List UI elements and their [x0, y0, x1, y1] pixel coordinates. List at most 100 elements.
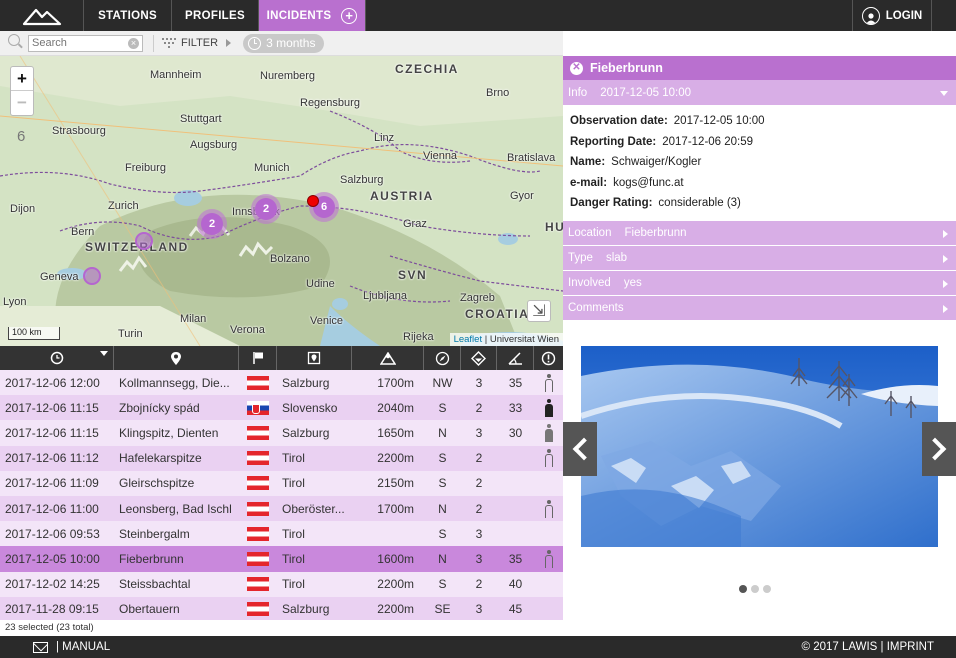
- table-row[interactable]: 2017-12-06 11:00 Leonsberg, Bad Ischl Ober…: [0, 495, 563, 522]
- cell-altitude: 2200m: [377, 451, 414, 466]
- clear-search-icon[interactable]: ×: [128, 37, 139, 49]
- location-header[interactable]: [114, 346, 239, 370]
- cluster-count: 2: [255, 198, 277, 220]
- cell-aspect: S: [438, 476, 447, 491]
- cell-date: 2017-11-28 09:15: [5, 602, 99, 617]
- close-icon[interactable]: ✕: [570, 61, 583, 75]
- region-header[interactable]: [277, 346, 352, 370]
- manual-link[interactable]: | MANUAL: [56, 641, 110, 653]
- table-row[interactable]: 2017-11-28 09:15 Obertauern Salzburg 2200m S…: [0, 596, 563, 620]
- period-selector[interactable]: 3 months: [243, 33, 325, 53]
- cell-region: Tirol: [282, 526, 305, 541]
- cell-location: Gleirschspitze: [119, 476, 195, 491]
- pagination-dot[interactable]: [751, 585, 759, 593]
- map-label-zagreb: Zagreb: [460, 292, 495, 304]
- austria-flag-icon: [247, 526, 269, 541]
- filter-button[interactable]: FILTER: [153, 34, 232, 52]
- map-label-austria: AUSTRIA: [370, 189, 434, 203]
- section-type[interactable]: Type slab: [563, 244, 956, 270]
- section-involved[interactable]: Involved yes: [563, 269, 956, 295]
- chevron-right-icon: [943, 229, 948, 238]
- map-label-salzburg: Salzburg: [340, 174, 384, 186]
- section-label: Type: [568, 251, 593, 264]
- cell-aspect: S: [438, 526, 447, 541]
- mail-icon[interactable]: [33, 641, 48, 653]
- country-header[interactable]: [239, 346, 277, 370]
- map-label-milan: Milan: [180, 313, 207, 325]
- section-label: Comments: [568, 301, 624, 314]
- cell-slope: 30: [508, 425, 523, 440]
- map-label-strasbourg: Strasbourg: [52, 125, 106, 137]
- tab-stations[interactable]: STATIONS: [84, 0, 172, 31]
- slope-icon: [507, 352, 522, 365]
- table-row[interactable]: 2017-12-06 11:09 Gleirschspitze Tirol 2150m…: [0, 470, 563, 496]
- info-details: Observation date: 2017-12-05 10:00 Report…: [563, 105, 956, 220]
- section-info[interactable]: Info 2017-12-05 10:00: [563, 80, 956, 105]
- location-pin-icon: [171, 351, 181, 365]
- incident-photo[interactable]: [581, 346, 938, 547]
- austria-flag-icon: [247, 375, 269, 390]
- cell-aspect: SE: [434, 602, 451, 617]
- previous-photo-button[interactable]: [563, 422, 597, 476]
- map-label-turin: Turin: [118, 328, 143, 340]
- cell-location: Kollmannsegg, Die...: [119, 375, 230, 390]
- map-cluster-marker[interactable]: 2: [251, 194, 281, 224]
- incident-marker[interactable]: [83, 267, 101, 285]
- add-incident-button[interactable]: +: [341, 7, 358, 24]
- zoom-in-button[interactable]: +: [11, 67, 33, 91]
- info-row: Danger Rating: considerable (3): [570, 197, 949, 218]
- map-label-zurich: Zurich: [108, 200, 139, 212]
- table-row[interactable]: 2017-12-06 11:15 Klingspitz, Dienten Salzb…: [0, 420, 563, 446]
- table-row[interactable]: 2017-12-06 11:15 Zbojnícky spád Slovensko 2…: [0, 395, 563, 421]
- sort-desc-icon: [100, 351, 108, 356]
- incident-map[interactable]: CZECHIA AUSTRIA SWITZERLAND CROATIA HU S…: [0, 56, 563, 346]
- cell-location: Klingspitz, Dienten: [119, 425, 219, 440]
- cell-aspect: NW: [432, 375, 453, 390]
- cell-location: Zbojnícky spád: [119, 400, 200, 415]
- cell-flag: [239, 400, 277, 415]
- sort-date-header[interactable]: [0, 346, 114, 370]
- selected-incident-marker[interactable]: [307, 195, 319, 207]
- next-photo-button[interactable]: [922, 422, 956, 476]
- table-row[interactable]: 2017-12-02 14:25 Steissbachtal Tirol 2200m S…: [0, 571, 563, 597]
- lawis-logo[interactable]: [0, 0, 84, 31]
- cell-altitude: 1650m: [377, 425, 414, 440]
- cell-altitude: 1700m: [377, 501, 414, 516]
- copyright-imprint[interactable]: © 2017 LAWIS | IMPRINT: [802, 641, 934, 653]
- tab-incidents[interactable]: INCIDENTS +: [259, 0, 366, 31]
- search-input[interactable]: [28, 34, 143, 52]
- map-label-verona: Verona: [230, 324, 265, 336]
- tab-profiles[interactable]: PROFILES: [172, 0, 259, 31]
- involved-header[interactable]: [534, 346, 563, 370]
- incident-marker[interactable]: [135, 232, 153, 250]
- cell-aspect: N: [438, 425, 447, 440]
- table-row[interactable]: 2017-12-05 10:00 Fieberbrunn Tirol 1600m N 3 3…: [0, 546, 563, 572]
- pagination-dot[interactable]: [739, 585, 747, 593]
- aspect-header[interactable]: [424, 346, 461, 370]
- table-row[interactable]: 2017-12-06 11:12 Hafelekarspitze Tirol 2200…: [0, 445, 563, 471]
- map-label-bratislava: Bratislava: [507, 152, 556, 164]
- danger-header[interactable]: [461, 346, 497, 370]
- table-row[interactable]: 2017-12-06 12:00 Kollmannsegg, Die... Salz…: [0, 370, 563, 396]
- expand-map-icon[interactable]: ⇲: [527, 300, 551, 322]
- section-comments[interactable]: Comments: [563, 294, 956, 320]
- section-location[interactable]: Location Fieberbrunn: [563, 219, 956, 245]
- person-icon: [544, 549, 553, 568]
- map-cluster-marker[interactable]: 2: [197, 209, 227, 239]
- altitude-header[interactable]: [352, 346, 424, 370]
- cell-flag: [239, 375, 277, 390]
- zoom-out-button[interactable]: −: [11, 91, 33, 115]
- pagination-dot[interactable]: [763, 585, 771, 593]
- cell-location: Fieberbrunn: [119, 551, 184, 566]
- map-label-dijon: Dijon: [10, 203, 36, 215]
- user-icon: [861, 6, 880, 25]
- cell-aspect: N: [438, 501, 447, 516]
- cell-region: Tirol: [282, 577, 305, 592]
- table-row[interactable]: 2017-12-06 09:53 Steinbergalm Tirol S 3: [0, 521, 563, 547]
- austria-flag-icon: [247, 577, 269, 592]
- cell-flag: [239, 577, 277, 592]
- login-button[interactable]: LOGIN: [852, 0, 932, 31]
- leaflet-link[interactable]: Leaflet: [454, 334, 483, 345]
- cell-slope: 40: [508, 577, 523, 592]
- slope-header[interactable]: [497, 346, 534, 370]
